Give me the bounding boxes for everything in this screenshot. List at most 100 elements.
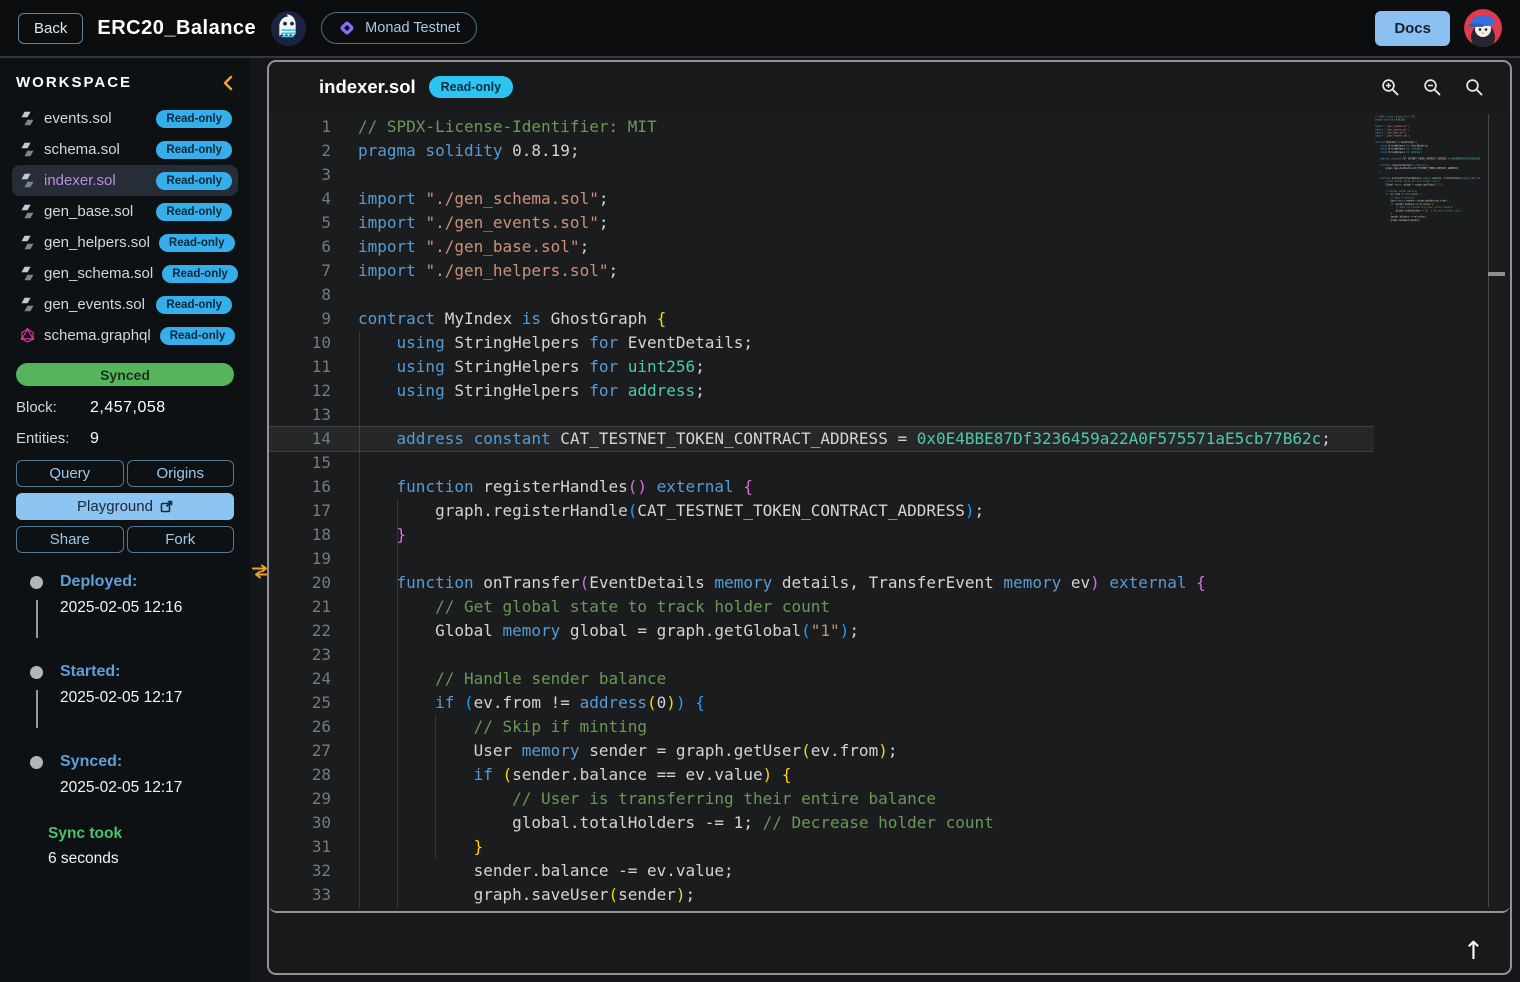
readonly-badge: Read-only (429, 76, 513, 98)
line-number: 11 (269, 355, 331, 379)
arrow-up-icon: ↑ (1463, 936, 1484, 965)
timeline-dot (30, 576, 43, 589)
line-number: 27 (269, 739, 331, 763)
file-item-schema.graphql[interactable]: schema.graphqlRead-only (12, 320, 238, 351)
line-number: 15 (269, 451, 331, 475)
top-bar: Back ERC20_Balance Monad Testnet Docs (0, 0, 1520, 58)
code-line: 22 Global memory global = graph.getGloba… (269, 619, 1510, 643)
timeline-label: Started: (60, 663, 250, 681)
code-lines: 1// SPDX-License-Identifier: MIT2pragma … (269, 115, 1510, 907)
file-item-gen_base.sol[interactable]: gen_base.solRead-only (12, 196, 238, 227)
solidity-file-icon (20, 266, 35, 281)
line-number: 24 (269, 667, 331, 691)
file-name: events.sol (44, 110, 147, 127)
timeline-label: Synced: (60, 753, 250, 771)
user-avatar[interactable] (1464, 9, 1502, 47)
code-viewport[interactable]: 1// SPDX-License-Identifier: MIT2pragma … (269, 112, 1510, 911)
share-button[interactable]: Share (16, 526, 124, 553)
code-line: 8 (269, 283, 1510, 307)
code-line: 25 if (ev.from != address(0)) { (269, 691, 1510, 715)
sync-took-label: Sync took (48, 825, 250, 843)
sync-status-pill: Synced (16, 363, 234, 386)
code-line: 29 // User is transferring their entire … (269, 787, 1510, 811)
file-item-indexer.sol[interactable]: indexer.solRead-only (12, 165, 238, 196)
timeline-connector (36, 690, 38, 728)
playground-label: Playground (77, 498, 153, 515)
fork-button[interactable]: Fork (127, 526, 235, 553)
solidity-file-icon (20, 235, 35, 250)
code-line: 4import "./gen_schema.sol"; (269, 187, 1510, 211)
chevron-left-icon (222, 79, 234, 94)
code-line: 23 (269, 643, 1510, 667)
solidity-file-icon (20, 173, 35, 188)
code-line: 18 } (269, 523, 1510, 547)
minimap[interactable]: // SPDX-License-Identifier: MITpragma so… (1374, 115, 1480, 265)
sidebar-collapse-button[interactable] (222, 75, 234, 91)
main-panel: indexer.sol Read-only (267, 60, 1512, 975)
file-item-gen_events.sol[interactable]: gen_events.solRead-only (12, 289, 238, 320)
sync-took-value: 6 seconds (48, 850, 250, 868)
timeline-label: Deployed: (60, 573, 250, 591)
code-line: 11 using StringHelpers for uint256; (269, 355, 1510, 379)
ghost-logo-icon[interactable] (270, 10, 307, 47)
back-button[interactable]: Back (18, 13, 83, 44)
code-line: 10 using StringHelpers for EventDetails; (269, 331, 1510, 355)
entities-value: 9 (90, 430, 99, 448)
line-number: 3 (269, 163, 331, 187)
zoom-in-button[interactable] (1381, 78, 1400, 97)
code-line: 24 // Handle sender balance (269, 667, 1510, 691)
readonly-badge: Read-only (156, 141, 232, 159)
code-line: 6import "./gen_base.sol"; (269, 235, 1510, 259)
readonly-badge: Read-only (156, 172, 232, 190)
code-line: 20 function onTransfer(EventDetails memo… (269, 571, 1510, 595)
entities-label: Entities: (16, 430, 90, 447)
timeline-date: 2025-02-05 12:16 (60, 599, 250, 617)
editor-header: indexer.sol Read-only (269, 62, 1510, 112)
zoom-out-button[interactable] (1423, 78, 1442, 97)
block-label: Block: (16, 399, 90, 416)
origins-button[interactable]: Origins (127, 460, 235, 487)
search-button[interactable] (1465, 78, 1484, 97)
solidity-file-icon (20, 142, 35, 157)
file-item-schema.sol[interactable]: schema.sol Read-only (12, 134, 238, 165)
file-name: schema.sol (44, 141, 147, 158)
code-line: 27 User memory sender = graph.getUser(ev… (269, 739, 1510, 763)
file-item-events.sol[interactable]: events.sol Read-only (12, 103, 238, 134)
code-line: 14 address constant CAT_TESTNET_TOKEN_CO… (269, 427, 1510, 451)
line-number: 5 (269, 211, 331, 235)
line-number: 4 (269, 187, 331, 211)
solidity-file-icon (20, 297, 35, 312)
line-number: 17 (269, 499, 331, 523)
code-line: 12 using StringHelpers for address; (269, 379, 1510, 403)
line-number: 28 (269, 763, 331, 787)
line-number: 7 (269, 259, 331, 283)
sync-duration: Sync took 6 seconds (48, 825, 250, 868)
readonly-badge: Read-only (156, 110, 232, 128)
query-button[interactable]: Query (16, 460, 124, 487)
code-line: 3 (269, 163, 1510, 187)
line-number: 10 (269, 331, 331, 355)
line-number: 31 (269, 835, 331, 859)
playground-button[interactable]: Playground (16, 493, 234, 520)
docs-button[interactable]: Docs (1375, 11, 1450, 46)
panel-footer: ↑ (269, 913, 1510, 971)
scroll-to-top-button[interactable]: ↑ (1457, 937, 1490, 964)
line-number: 9 (269, 307, 331, 331)
graphql-file-icon (20, 328, 35, 343)
line-number: 23 (269, 643, 331, 667)
line-number: 19 (269, 547, 331, 571)
file-name: gen_schema.sol (44, 265, 153, 282)
timeline-date: 2025-02-05 12:17 (60, 689, 250, 707)
network-badge[interactable]: Monad Testnet (321, 12, 477, 44)
scrollbar-handle[interactable] (1488, 272, 1505, 276)
code-line: 31 } (269, 835, 1510, 859)
file-item-gen_helpers.sol[interactable]: gen_helpers.solRead-only (12, 227, 238, 258)
code-line: 21 // Get global state to track holder c… (269, 595, 1510, 619)
line-number: 22 (269, 619, 331, 643)
file-item-gen_schema.sol[interactable]: gen_schema.solRead-only (12, 258, 238, 289)
code-line: 13 (269, 403, 1510, 427)
line-number: 30 (269, 811, 331, 835)
line-number: 12 (269, 379, 331, 403)
monad-diamond-icon (338, 19, 356, 37)
code-editor: indexer.sol Read-only (269, 62, 1510, 913)
